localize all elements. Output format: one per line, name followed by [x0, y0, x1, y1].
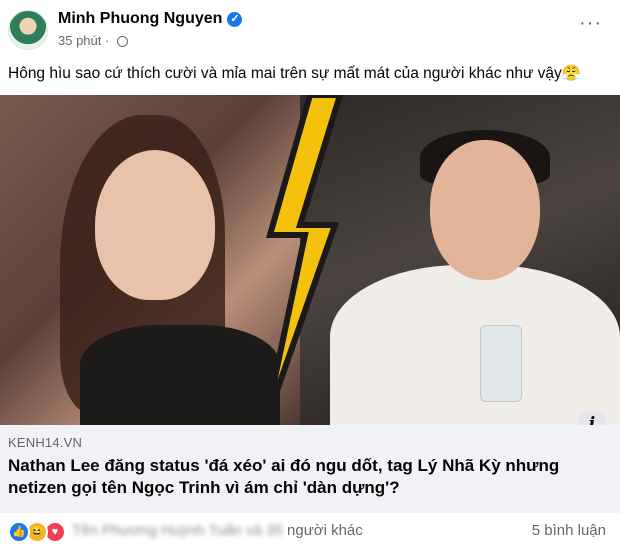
author-name-text[interactable]: Minh Phuong Nguyen [58, 10, 222, 27]
post-meta: 35 phút · [58, 33, 128, 48]
reaction-names-blurred: Tên Phương Huỳnh Tuấn và 35 [72, 522, 283, 539]
reaction-names-suffix: người khác [282, 522, 363, 539]
post-time[interactable]: 35 phút [58, 33, 101, 48]
link-title[interactable]: Nathan Lee đăng status 'đá xéo' ai đó ng… [8, 455, 608, 499]
lightning-bolt-icon [262, 95, 344, 425]
meta-separator: · [105, 33, 110, 48]
more-icon[interactable]: ··· [579, 12, 602, 35]
image-woman-face [95, 150, 215, 300]
post-header: Minh Phuong Nguyen ✓ 35 phút · ··· [0, 0, 620, 58]
globe-icon[interactable] [116, 36, 128, 47]
link-preview-image[interactable] [0, 95, 620, 425]
link-preview-card[interactable]: KENH14.VN Nathan Lee đăng status 'đá xéo… [0, 425, 620, 513]
post-text: Hông hìu sao cứ thích cười và mỉa mai tr… [8, 65, 582, 82]
verified-icon: ✓ [227, 12, 243, 27]
image-man-face [430, 140, 540, 280]
reactions-bar: 👍 😆 ♥ Tên Phương Huỳnh Tuấn và 35 người … [0, 513, 620, 546]
reaction-names[interactable]: Tên Phương Huỳnh Tuấn và 35 người khác [72, 522, 363, 539]
avatar[interactable] [8, 10, 48, 50]
image-man-shirt [330, 265, 620, 425]
image-water-glass [480, 325, 522, 402]
comment-count[interactable]: 5 bình luận [532, 522, 606, 539]
link-domain: KENH14.VN [8, 435, 83, 450]
like-icon[interactable]: 👍 [8, 521, 30, 543]
author-name[interactable]: Minh Phuong Nguyen ✓ [58, 10, 243, 28]
